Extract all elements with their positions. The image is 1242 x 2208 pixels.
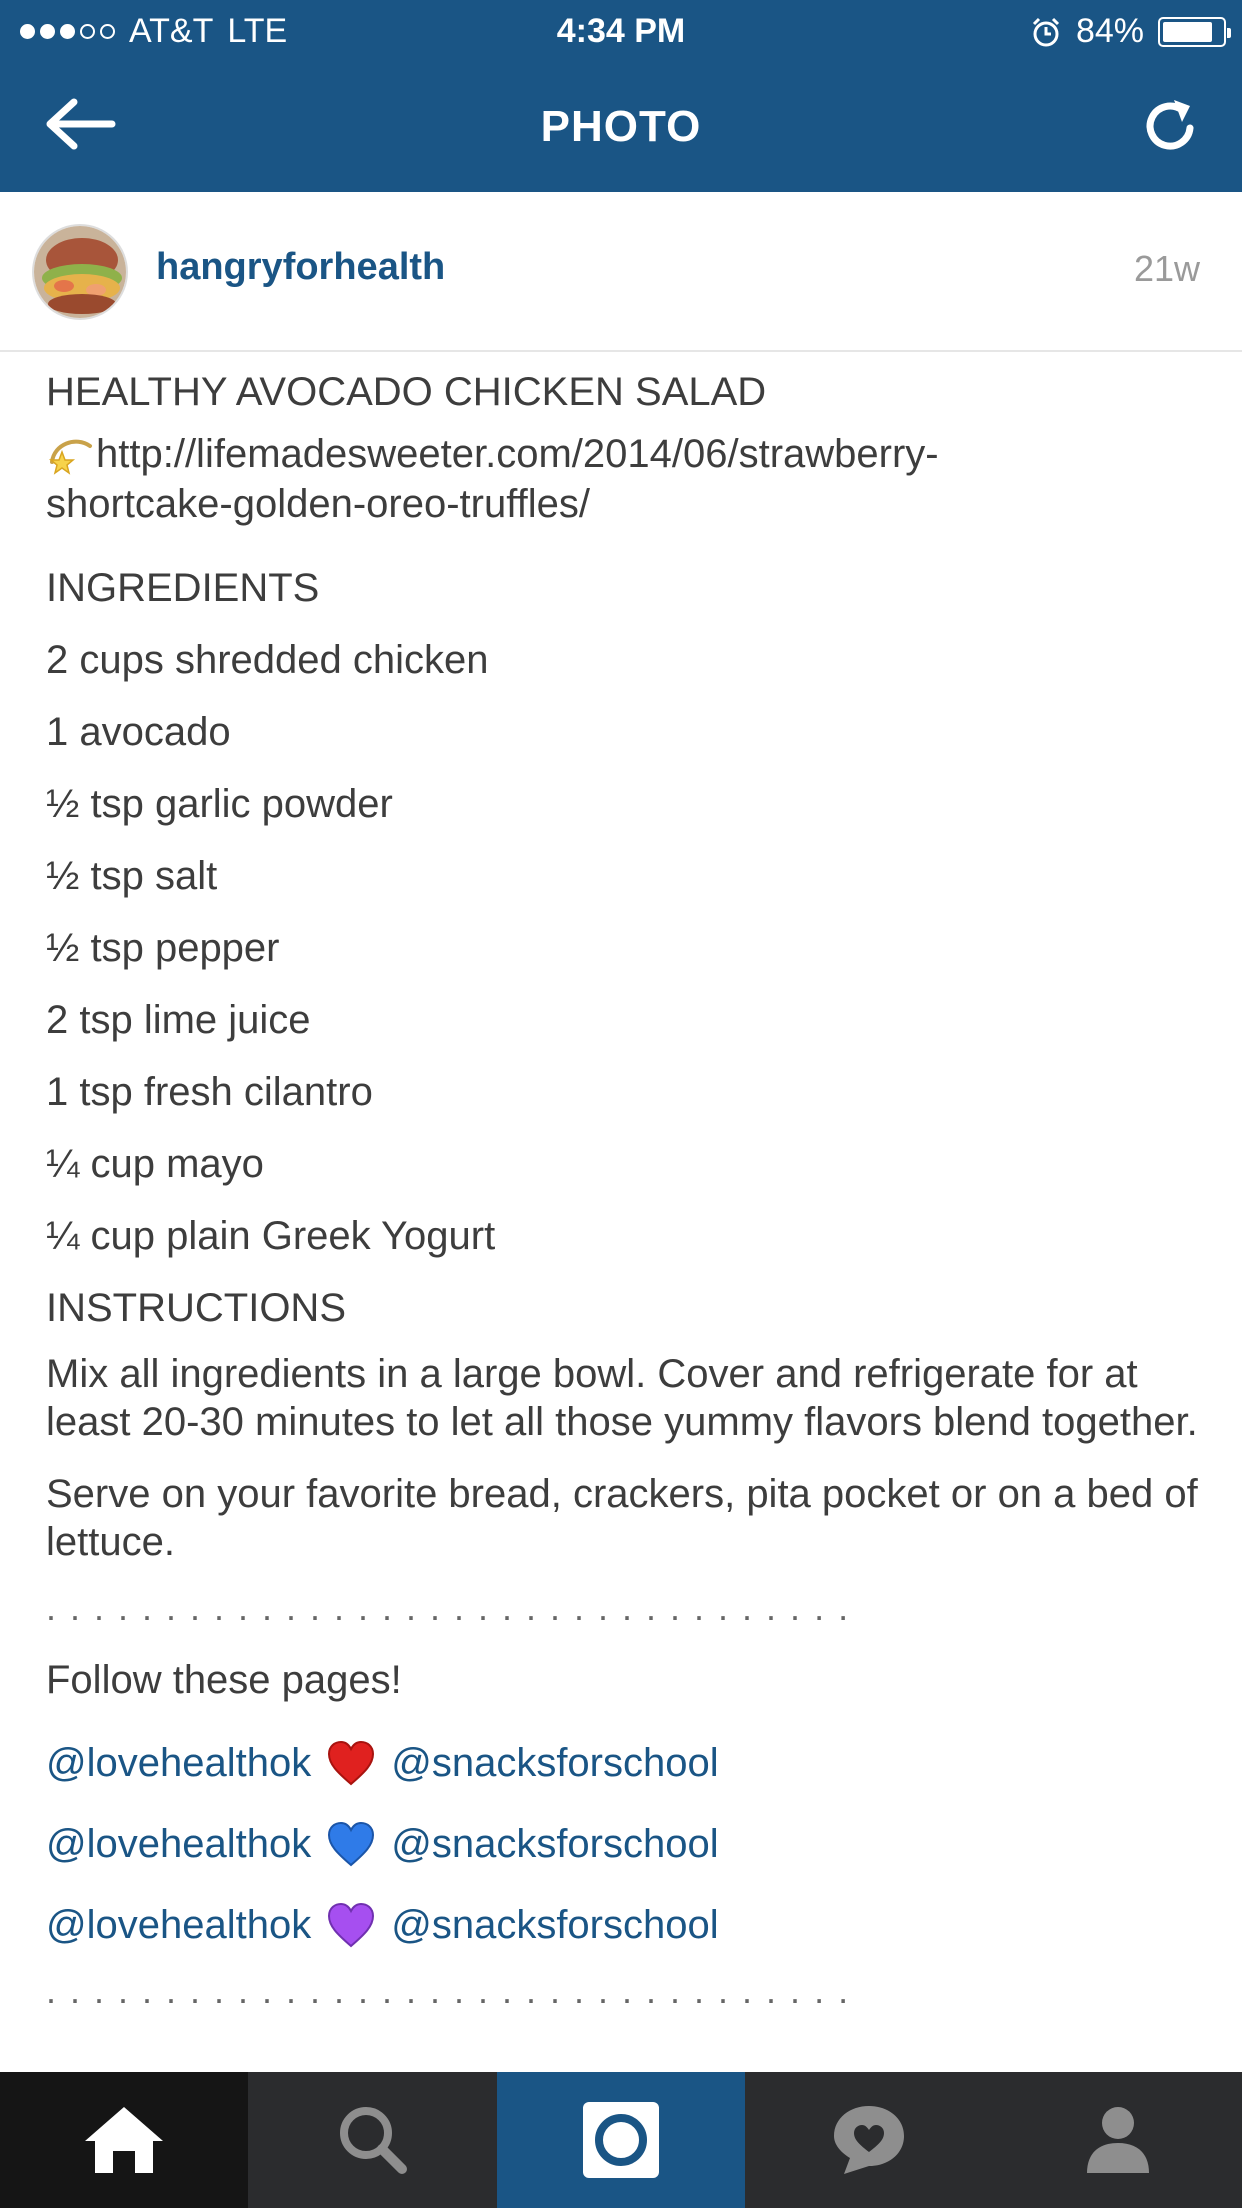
mention-link[interactable]: @snacksforschool: [391, 1739, 718, 1787]
post-header: hangryforhealth 21w: [0, 192, 1242, 352]
mention-row: @lovehealthok @snacksforschool: [46, 1884, 1206, 1965]
red-heart-icon: [328, 1740, 375, 1785]
home-icon: [85, 2107, 164, 2173]
mention-link[interactable]: @lovehealthok: [46, 1901, 311, 1949]
top-bar: AT&T LTE 4:34 PM 84% PHOTO: [0, 0, 1242, 192]
ingredient-item: ½ tsp salt: [46, 854, 218, 898]
ingredients-heading: INGREDIENTS: [46, 566, 320, 610]
ingredient-item: 1 avocado: [46, 710, 231, 754]
avatar[interactable]: [32, 224, 128, 320]
camera-icon: [582, 2102, 659, 2178]
dizzy-star-icon: [48, 439, 92, 475]
refresh-icon[interactable]: [1138, 94, 1202, 158]
post-time: 21w: [1133, 248, 1200, 289]
post-caption: HEALTHY AVOCADO CHICKEN SALAD http://lif…: [46, 356, 1206, 2039]
tab-search[interactable]: [248, 2072, 497, 2208]
bottom-tab-bar: [0, 2072, 1242, 2208]
follow-text: Follow these pages!: [46, 1658, 402, 1702]
recipe-link-line1[interactable]: http://lifemadesweeter.com/2014/06/straw…: [96, 430, 939, 478]
ingredient-item: ½ tsp garlic powder: [46, 782, 393, 826]
battery-percent: 84%: [1075, 12, 1144, 50]
ingredient-item: 2 tsp lime juice: [46, 998, 311, 1042]
alarm-icon: [1032, 17, 1059, 46]
page-title: PHOTO: [540, 102, 702, 151]
tab-home[interactable]: [0, 2072, 249, 2208]
mentions-list: @lovehealthok @snacksforschool @loveheal…: [46, 1722, 1206, 1965]
ingredient-item: 1 tsp fresh cilantro: [46, 1070, 373, 1114]
divider-dots: ..................................: [46, 1587, 863, 1628]
battery-fill: [1163, 21, 1212, 42]
activity-heart-icon: [834, 2106, 905, 2174]
mention-link[interactable]: @snacksforschool: [391, 1820, 718, 1868]
ingredient-item: ½ tsp pepper: [46, 926, 280, 970]
ingredient-item: ¼ cup plain Greek Yogurt: [46, 1214, 496, 1258]
status-right: 84%: [1030, 12, 1231, 51]
mention-link[interactable]: @lovehealthok: [46, 1739, 311, 1787]
status-bar: AT&T LTE 4:34 PM 84%: [0, 0, 1242, 62]
tab-camera[interactable]: [496, 2072, 746, 2208]
mention-link[interactable]: @lovehealthok: [46, 1820, 311, 1868]
ingredient-item: ¼ cup mayo: [46, 1142, 264, 1186]
mention-link[interactable]: @snacksforschool: [391, 1901, 718, 1949]
ingredients-list: 2 cups shredded chicken 1 avocado ½ tsp …: [46, 624, 1206, 1272]
battery-icon: [1158, 16, 1231, 47]
tab-profile[interactable]: [993, 2072, 1242, 2208]
recipe-title: HEALTHY AVOCADO CHICKEN SALAD: [46, 370, 767, 414]
ingredient-item: 2 cups shredded chicken: [46, 638, 489, 682]
divider-dots: ..................................: [46, 1970, 863, 2011]
mention-row: @lovehealthok @snacksforschool: [46, 1722, 1206, 1803]
instructions-paragraph: Serve on your favorite bread, crackers, …: [46, 1472, 1198, 1564]
search-icon: [339, 2107, 407, 2174]
purple-heart-icon: [328, 1902, 375, 1947]
recipe-link[interactable]: http://lifemadesweeter.com/2014/06/straw…: [46, 428, 1206, 528]
recipe-link-line2[interactable]: shortcake-golden-oreo-truffles/: [46, 480, 1206, 528]
profile-icon: [1086, 2107, 1149, 2173]
tab-activity[interactable]: [745, 2072, 994, 2208]
username-link[interactable]: hangryforhealth: [156, 246, 445, 289]
blue-heart-icon: [328, 1821, 375, 1866]
instructions-heading: INSTRUCTIONS: [46, 1286, 346, 1330]
instructions-paragraph: Mix all ingredients in a large bowl. Cov…: [46, 1352, 1198, 1444]
mention-row: @lovehealthok @snacksforschool: [46, 1803, 1206, 1884]
